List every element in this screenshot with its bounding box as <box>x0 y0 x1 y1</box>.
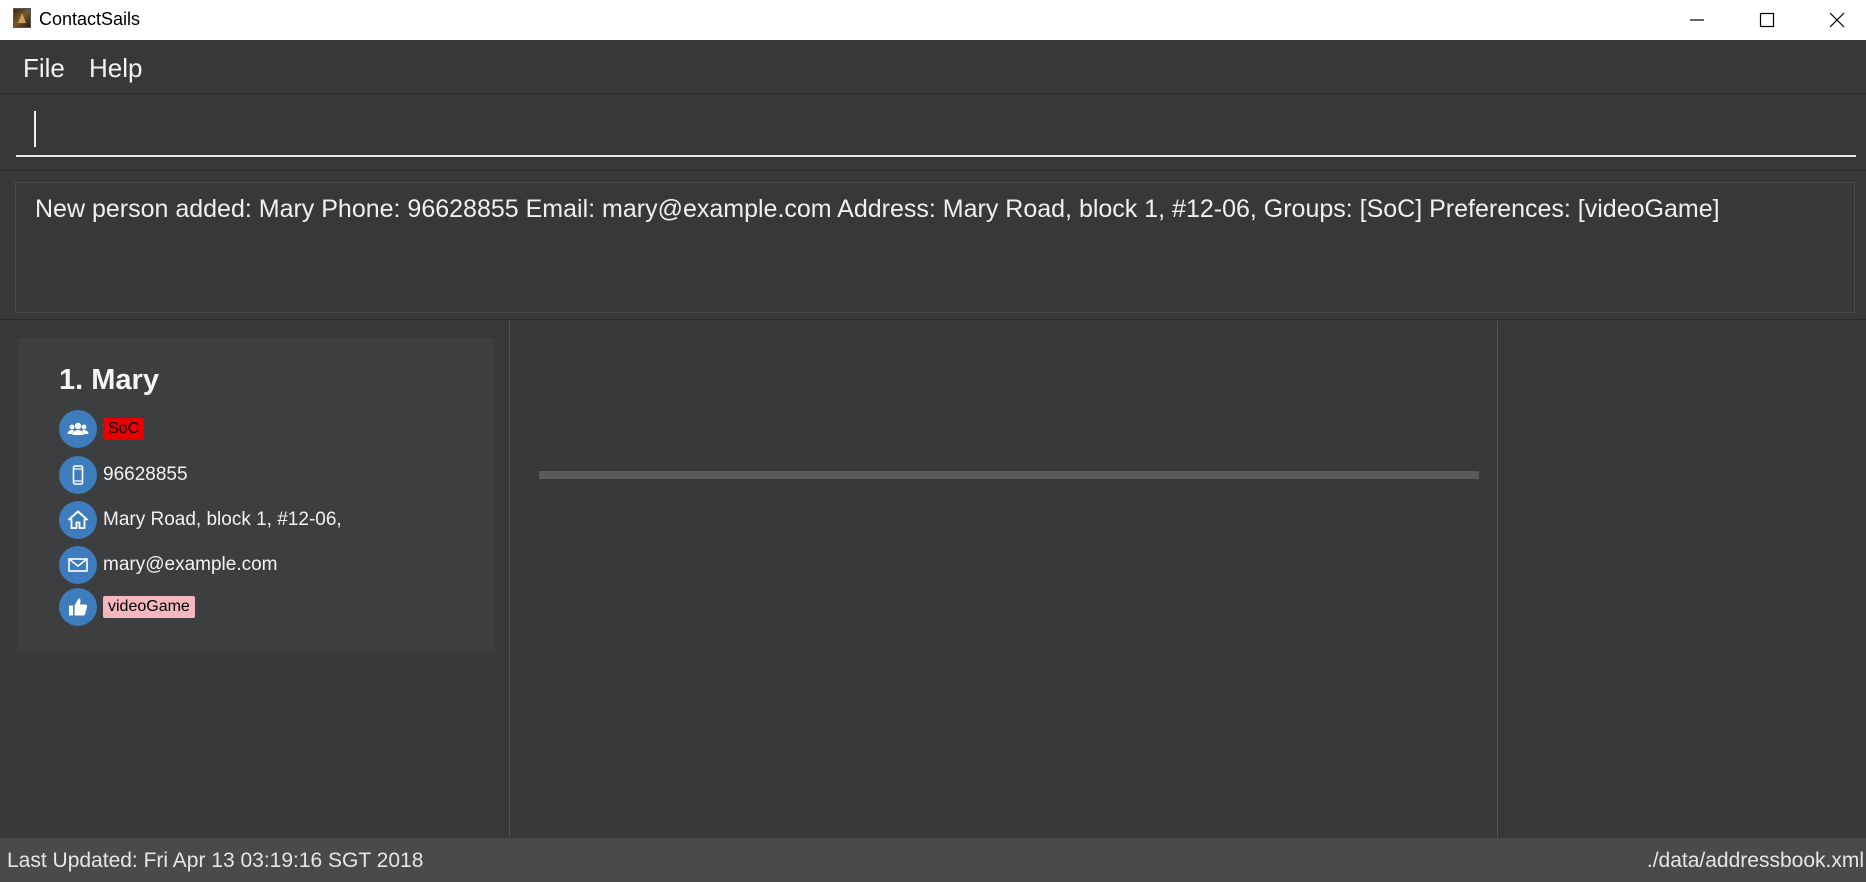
result-display[interactable]: New person added: Mary Phone: 96628855 E… <box>15 182 1855 313</box>
window-title: ContactSails <box>39 9 141 29</box>
email-row: mary@example.com <box>59 546 278 584</box>
person-list-panel[interactable]: 1. Mary SoC 96628855 Mary Road, block 1,… <box>0 321 510 837</box>
close-button[interactable] <box>1802 0 1866 40</box>
menu-help[interactable]: Help <box>89 53 142 84</box>
person-card[interactable]: 1. Mary SoC 96628855 Mary Road, block 1,… <box>17 338 495 652</box>
text-caret <box>34 111 36 147</box>
thumbs-up-icon <box>59 588 97 626</box>
last-updated-status: Last Updated: Fri Apr 13 03:19:16 SGT 20… <box>7 849 424 872</box>
phone-icon <box>59 456 97 494</box>
command-input[interactable] <box>16 107 1856 157</box>
close-icon <box>1829 12 1845 28</box>
save-location-status: ./data/addressbook.xml <box>1646 849 1864 872</box>
preference-tag: videoGame <box>103 596 195 618</box>
title-bar: ContactSails <box>0 0 1866 40</box>
person-name: 1. Mary <box>59 364 159 396</box>
result-display-panel: New person added: Mary Phone: 96628855 E… <box>0 170 1866 320</box>
minimize-button[interactable] <box>1662 0 1732 40</box>
phone-row: 96628855 <box>59 456 188 494</box>
group-icon <box>59 410 97 448</box>
status-bar: Last Updated: Fri Apr 13 03:19:16 SGT 20… <box>0 838 1866 882</box>
menu-bar: File Help <box>0 40 1866 94</box>
result-message: New person added: Mary Phone: 96628855 E… <box>35 195 1720 223</box>
loading-progress-bar <box>539 471 1479 479</box>
app-logo-icon <box>13 8 31 28</box>
browser-panel <box>511 321 1498 837</box>
groups-row: SoC <box>59 410 145 448</box>
envelope-icon <box>59 546 97 584</box>
group-tag: SoC <box>103 418 145 440</box>
minimize-icon <box>1690 19 1704 21</box>
menu-file[interactable]: File <box>23 53 65 84</box>
email-value: mary@example.com <box>103 554 278 575</box>
address-value: Mary Road, block 1, #12-06, <box>103 509 342 530</box>
side-panel <box>1499 321 1866 837</box>
maximize-button[interactable] <box>1732 0 1802 40</box>
command-box <box>0 95 1866 169</box>
preferences-row: videoGame <box>59 588 195 626</box>
address-row: Mary Road, block 1, #12-06, <box>59 501 342 539</box>
phone-value: 96628855 <box>103 464 188 485</box>
home-icon <box>59 501 97 539</box>
maximize-icon <box>1759 12 1775 28</box>
